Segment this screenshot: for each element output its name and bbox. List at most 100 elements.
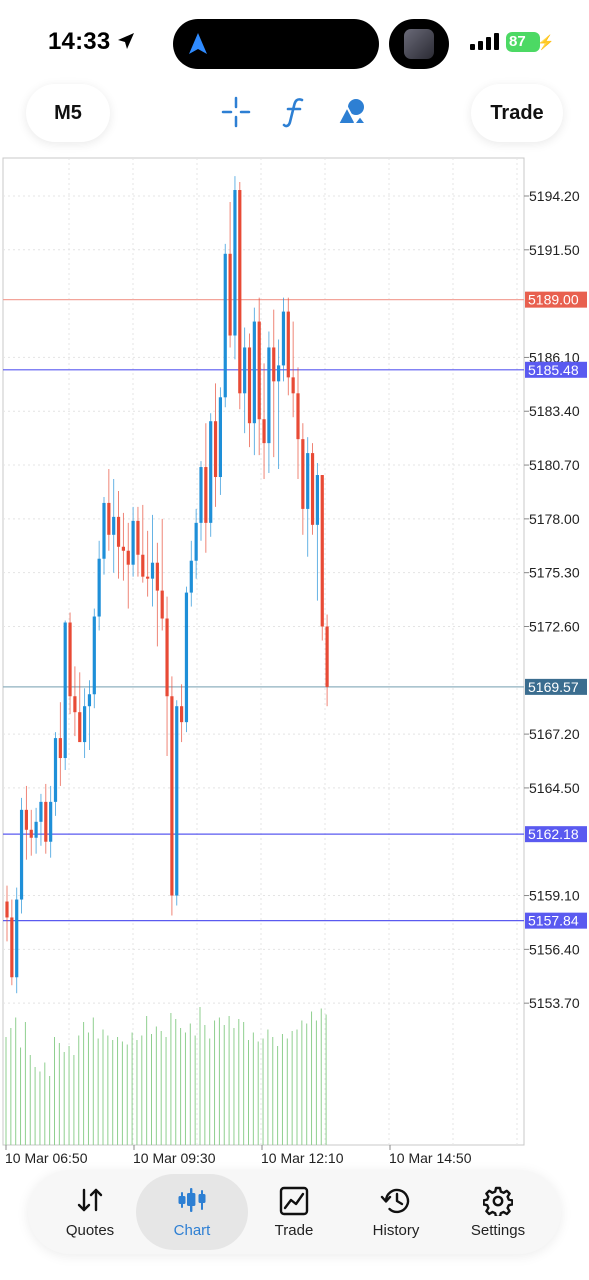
bull-candle (92, 616, 96, 695)
bull-candle (34, 821, 38, 838)
bull-candle (194, 522, 198, 561)
plot-frame (2, 157, 525, 1146)
bear-candle (272, 347, 276, 382)
y-tick-label: 5178.00 (529, 511, 580, 527)
function-icon[interactable] (282, 96, 306, 128)
tab-trade-label: Trade (274, 1222, 314, 1239)
y-tick-label: 5172.60 (529, 618, 580, 634)
bear-candle (247, 347, 252, 424)
trade-button[interactable]: Trade (471, 84, 563, 142)
bull-candle (39, 801, 43, 822)
history-icon (380, 1188, 410, 1214)
bear-candle (24, 809, 28, 830)
bear-candle (165, 618, 169, 697)
bull-candle (315, 475, 319, 525)
bull-candle (233, 190, 237, 336)
bear-candle (296, 393, 300, 440)
bear-candle (320, 475, 324, 627)
quotes-icon (77, 1188, 103, 1212)
tab-history-label: History (372, 1222, 420, 1239)
bull-candle (189, 560, 193, 593)
bear-candle (160, 590, 164, 619)
bear-candle (68, 622, 72, 697)
bear-candle (286, 311, 290, 378)
x-tick-label: 10 Mar 14:50 (389, 1150, 472, 1166)
tab-history[interactable]: History (340, 1174, 452, 1250)
price-level-label: 5169.57 (528, 679, 579, 695)
shapes-icon[interactable] (336, 96, 368, 128)
bull-candle (15, 899, 19, 978)
bull-candle (267, 347, 271, 444)
x-tick-label: 10 Mar 12:10 (261, 1150, 344, 1166)
bull-candle (281, 311, 286, 366)
bear-candle (146, 576, 150, 579)
price-level-label: 5185.48 (528, 362, 579, 378)
dynamic-island (173, 19, 379, 69)
bear-candle (310, 453, 315, 525)
settings-icon (483, 1186, 513, 1216)
bottom-tab-bar: Quotes Chart Trade History Settings (28, 1170, 561, 1254)
status-time: 14:33 (48, 28, 111, 55)
bear-candle (155, 562, 159, 591)
bear-candle (257, 321, 261, 420)
bull-candle (243, 347, 247, 394)
bull-candle (209, 421, 213, 523)
crosshair-icon[interactable] (221, 96, 251, 128)
trade-icon (279, 1186, 309, 1216)
bull-candle (218, 397, 222, 478)
bull-candle (150, 562, 155, 579)
bear-candle (73, 696, 77, 713)
bear-candle (228, 253, 232, 336)
bear-candle (29, 829, 33, 838)
bull-candle (252, 321, 256, 424)
navigation-icon (189, 33, 207, 54)
bear-candle (301, 439, 305, 509)
bear-candle (213, 421, 218, 478)
bull-candle (223, 253, 227, 398)
bear-candle (107, 502, 111, 535)
bear-candle (5, 901, 9, 918)
bull-candle (87, 694, 92, 707)
bull-candle (112, 516, 116, 535)
bear-candle (238, 190, 242, 394)
bear-candle (325, 626, 329, 687)
bear-candle (262, 419, 266, 444)
timeframe-button[interactable]: M5 (26, 84, 110, 142)
tab-settings-label: Settings (470, 1222, 526, 1239)
bear-candle (126, 550, 130, 565)
price-chart[interactable]: 5194.205191.505186.105183.405180.705178.… (0, 155, 589, 1170)
timeframe-label: M5 (54, 101, 82, 124)
battery-icon: 87 (506, 32, 540, 52)
bull-candle (184, 592, 189, 723)
battery-level: 87 (509, 33, 526, 50)
y-tick-label: 5153.70 (529, 995, 580, 1011)
tab-trade[interactable]: Trade (238, 1174, 350, 1250)
bear-candle (10, 917, 14, 978)
media-thumbnail (404, 29, 434, 59)
bull-candle (19, 809, 24, 900)
bear-candle (204, 467, 208, 523)
bull-candle (277, 365, 281, 382)
location-arrow-icon (118, 33, 134, 49)
chart-icon (178, 1188, 206, 1212)
y-tick-label: 5159.10 (529, 888, 580, 904)
x-tick-label: 10 Mar 09:30 (133, 1150, 216, 1166)
signal-icon (470, 33, 499, 50)
dynamic-island-activity (389, 19, 449, 69)
price-level-label: 5189.00 (528, 292, 579, 308)
tab-quotes[interactable]: Quotes (34, 1174, 146, 1250)
bull-candle (306, 453, 310, 509)
tab-quotes-label: Quotes (65, 1222, 115, 1239)
y-tick-label: 5194.20 (529, 188, 580, 204)
bear-candle (170, 696, 174, 896)
trade-button-label: Trade (490, 101, 544, 124)
tab-chart[interactable]: Chart (136, 1174, 248, 1250)
bear-candle (121, 546, 125, 551)
y-tick-label: 5175.30 (529, 565, 580, 581)
bear-candle (291, 377, 295, 394)
bear-candle (180, 706, 184, 723)
x-tick-label: 10 Mar 06:50 (5, 1150, 88, 1166)
bull-candle (53, 738, 58, 802)
bull-candle (199, 467, 203, 523)
tab-settings[interactable]: Settings (442, 1174, 554, 1250)
